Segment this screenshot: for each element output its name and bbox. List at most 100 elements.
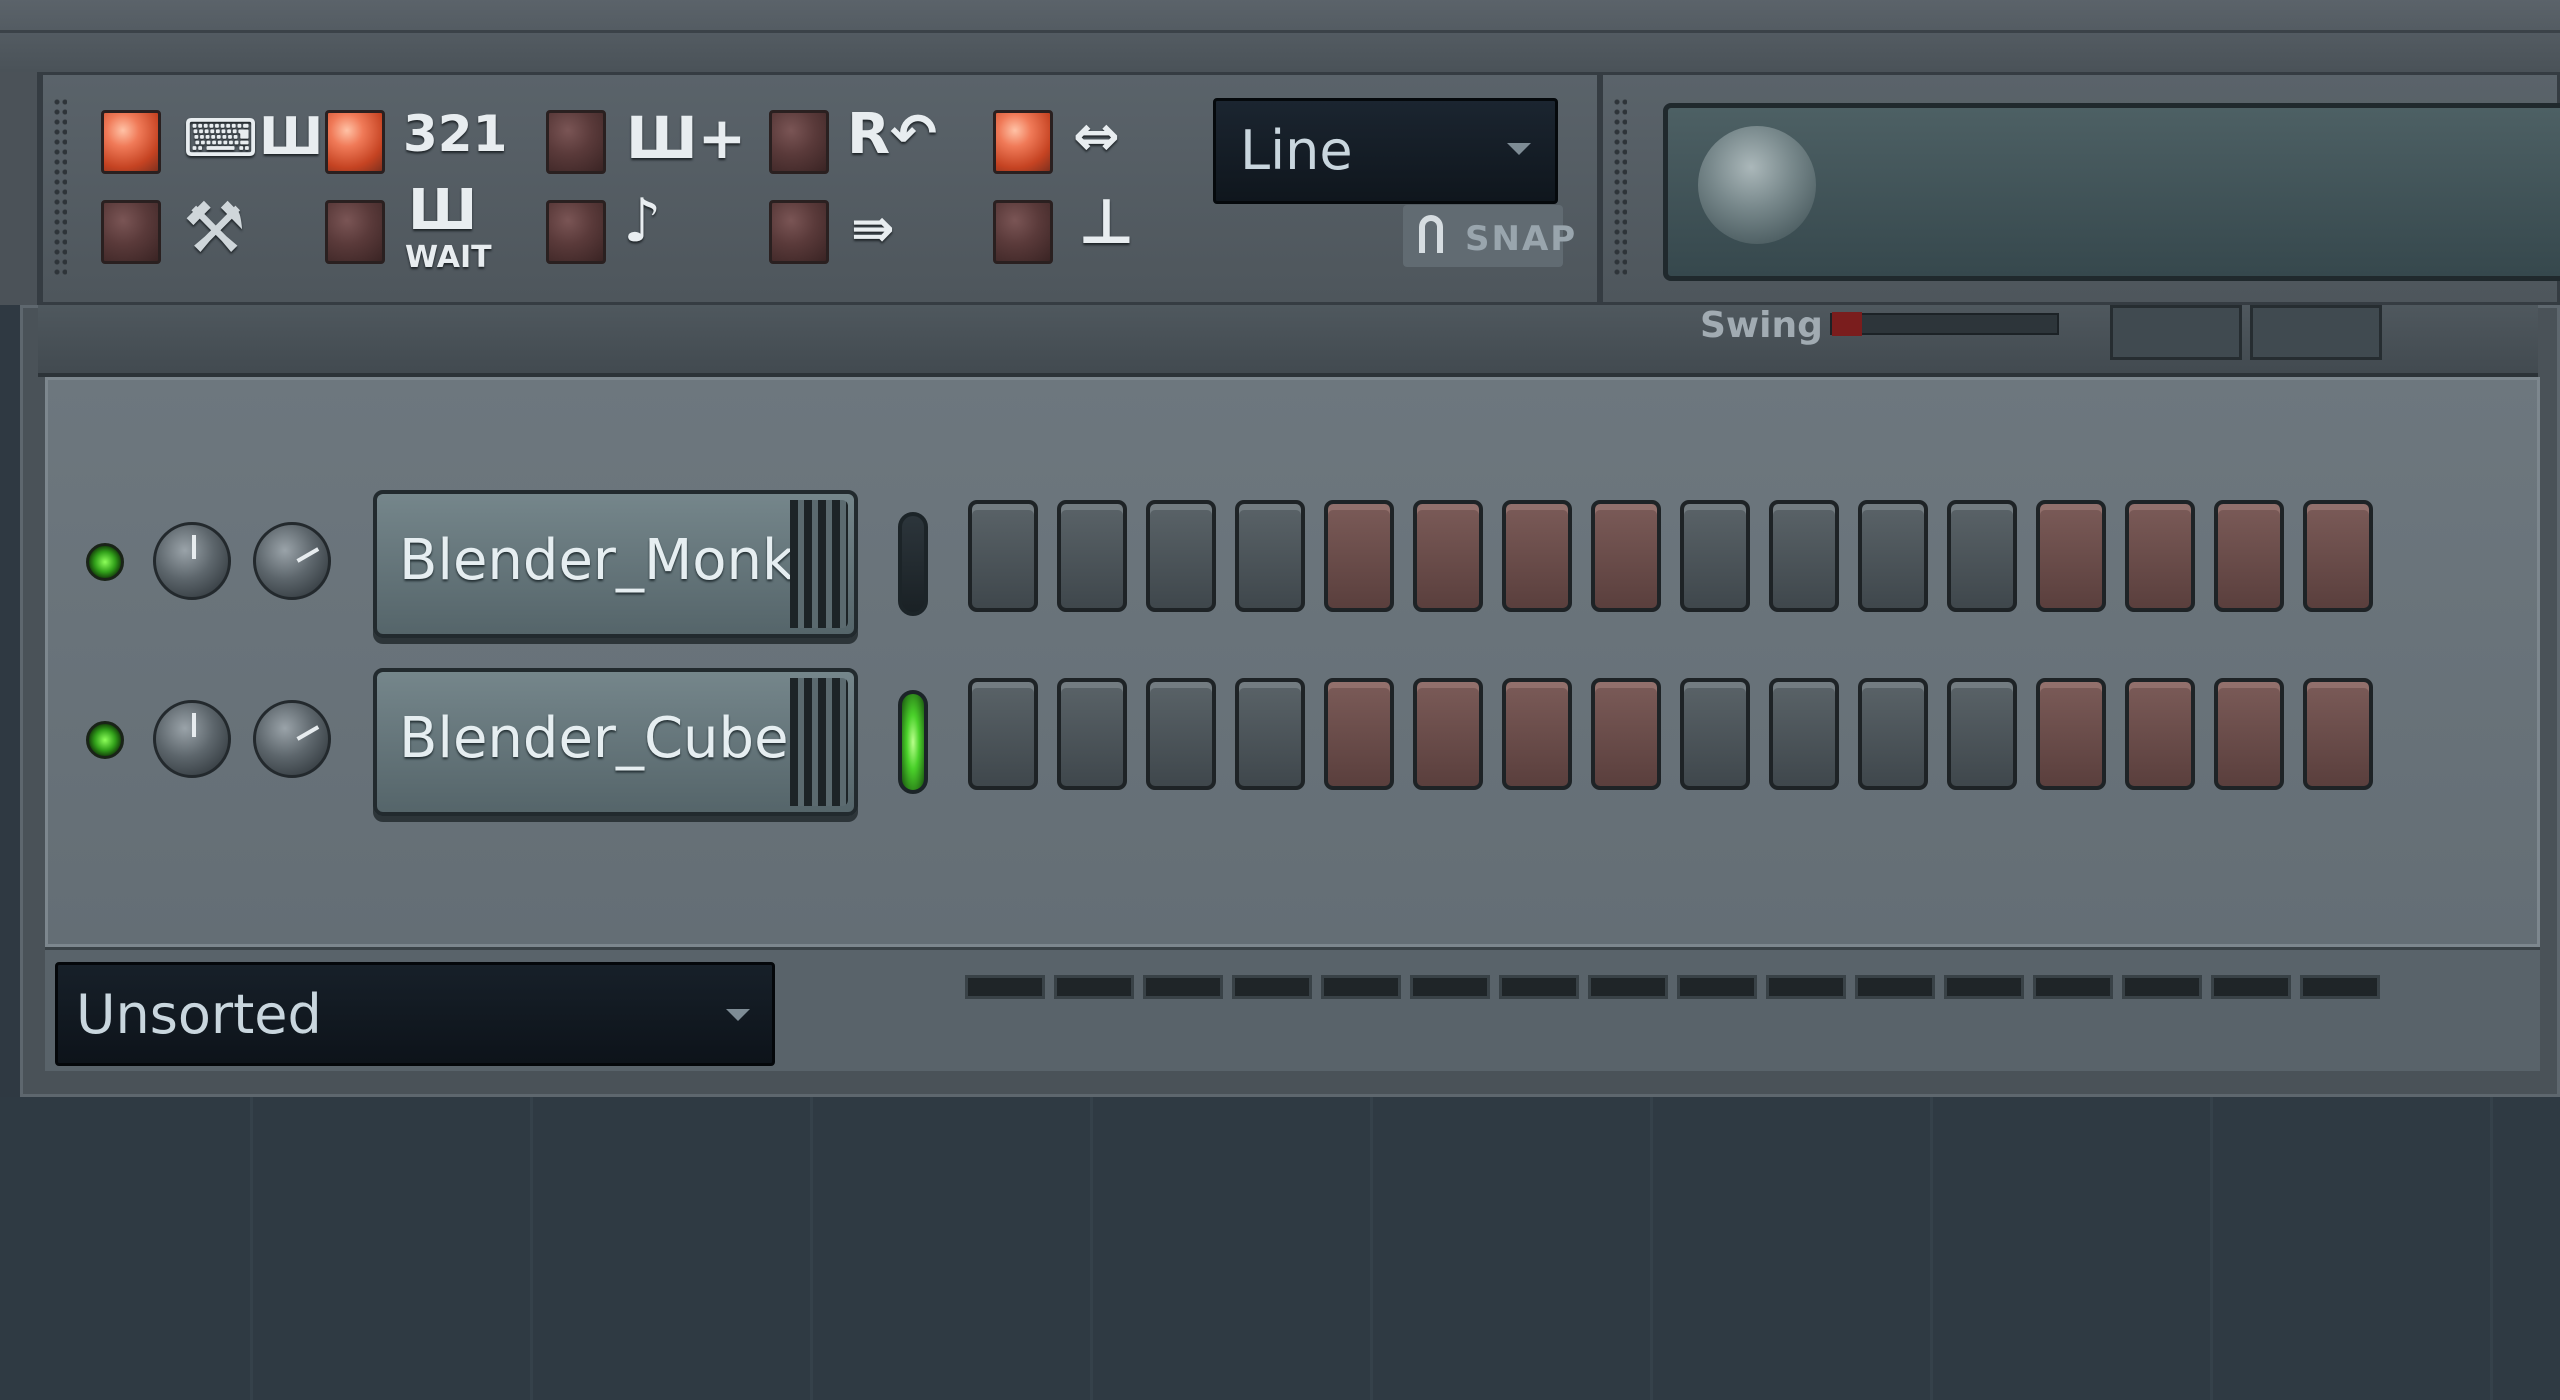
channel-pan-knob[interactable] xyxy=(253,522,331,600)
step-button[interactable] xyxy=(1947,500,2017,612)
step-button[interactable] xyxy=(2125,500,2195,612)
channel-grip xyxy=(790,500,848,628)
snap-button[interactable]: SNAP xyxy=(1403,205,1575,267)
joystick-toggle[interactable] xyxy=(993,200,1053,264)
knob-indicator xyxy=(192,713,196,737)
channel-pan-knob[interactable] xyxy=(253,700,331,778)
grid-line xyxy=(2210,1097,2213,1400)
step-button[interactable] xyxy=(1057,500,1127,612)
channel-filter-select[interactable]: Unsorted xyxy=(55,962,775,1066)
step-button[interactable] xyxy=(1235,678,1305,790)
typing-keyboard-toggle[interactable] xyxy=(101,110,161,174)
step-page-slot xyxy=(1588,975,1668,999)
metronome-countdown-toggle[interactable] xyxy=(325,110,385,174)
playlist-area xyxy=(0,1097,2560,1400)
step-button[interactable] xyxy=(1502,678,1572,790)
step-button[interactable] xyxy=(2125,678,2195,790)
scale-levels-toggle[interactable] xyxy=(769,200,829,264)
step-button[interactable] xyxy=(1413,500,1483,612)
step-button[interactable] xyxy=(1324,500,1394,612)
panel-grip[interactable] xyxy=(1613,97,1627,277)
note-mode-select[interactable]: Line xyxy=(1213,98,1558,204)
step-button[interactable] xyxy=(2036,678,2106,790)
typing-keyboard-icon: ⌨ xyxy=(183,109,259,169)
step-button[interactable] xyxy=(1146,678,1216,790)
step-button[interactable] xyxy=(1591,500,1661,612)
wait-label: WAIT xyxy=(405,240,492,275)
knob-indicator xyxy=(296,725,320,741)
channel-row: Blender_Cube... xyxy=(48,668,2538,818)
keyboard-editor-button[interactable] xyxy=(2250,305,2382,360)
channel-mute-led[interactable] xyxy=(86,721,124,759)
step-button[interactable] xyxy=(1591,678,1661,790)
step-button[interactable] xyxy=(2214,500,2284,612)
step-page-slot xyxy=(1677,975,1757,999)
channel-mute-led[interactable] xyxy=(86,543,124,581)
link-icon: ⇔ xyxy=(1073,104,1120,169)
step-button[interactable] xyxy=(1146,500,1216,612)
step-button[interactable] xyxy=(1769,500,1839,612)
step-page-slot xyxy=(1766,975,1846,999)
hint-panel xyxy=(1600,72,2560,305)
step-page-slot xyxy=(2122,975,2202,999)
channel-name-button[interactable]: Blender_Cube... xyxy=(373,668,858,816)
step-button[interactable] xyxy=(1413,678,1483,790)
step-button[interactable] xyxy=(2303,678,2373,790)
channel-filter-value: Unsorted xyxy=(76,983,322,1046)
blend-notes-toggle[interactable] xyxy=(546,200,606,264)
knob-indicator xyxy=(296,547,320,563)
grid-line xyxy=(1370,1097,1373,1400)
step-page-slot xyxy=(1321,975,1401,999)
step-button[interactable] xyxy=(968,678,1038,790)
step-sequencer-row xyxy=(968,678,2528,798)
channel-name-button[interactable]: Blender_Monk... xyxy=(373,490,858,638)
swing-slider[interactable] xyxy=(1830,312,2059,336)
channel-rack-footer: Unsorted xyxy=(45,947,2540,1071)
step-button[interactable] xyxy=(1947,678,2017,790)
step-button[interactable] xyxy=(2303,500,2373,612)
grid-line xyxy=(810,1097,813,1400)
chevron-down-icon xyxy=(726,1009,750,1021)
arrow-right-icon: ⇛ xyxy=(851,199,895,259)
step-page-slot xyxy=(1410,975,1490,999)
step-button[interactable] xyxy=(2214,678,2284,790)
wait-for-input-toggle[interactable] xyxy=(325,200,385,264)
grid-line xyxy=(1930,1097,1933,1400)
multilink-toggle[interactable] xyxy=(993,110,1053,174)
step-page-slot xyxy=(2033,975,2113,999)
channel-volume-knob[interactable] xyxy=(153,700,231,778)
step-page-slot xyxy=(1143,975,1223,999)
step-button[interactable] xyxy=(1858,678,1928,790)
loop-recording-icon: R↶ xyxy=(847,102,938,167)
step-button[interactable] xyxy=(1057,678,1127,790)
channel-rack-body: Blender_Monk... Blender_Cube... xyxy=(45,377,2540,947)
note-mode-value: Line xyxy=(1240,119,1353,182)
piano-icon: Ш xyxy=(408,178,478,243)
grid-line xyxy=(2490,1097,2493,1400)
countdown-icon: 321 xyxy=(403,105,508,163)
channel-volume-knob[interactable] xyxy=(153,522,231,600)
joystick-icon: ⊥ xyxy=(1078,185,1135,258)
step-button[interactable] xyxy=(2036,500,2106,612)
channel-row: Blender_Monk... xyxy=(48,490,2538,640)
toolbar-grip[interactable] xyxy=(53,97,67,277)
piano-keys-icon: Ш xyxy=(259,107,324,167)
step-button[interactable] xyxy=(1858,500,1928,612)
channel-select-indicator[interactable] xyxy=(898,690,928,794)
loop-recording-off-toggle[interactable] xyxy=(769,110,829,174)
channel-select-indicator[interactable] xyxy=(898,512,928,616)
knob-indicator xyxy=(192,535,196,559)
recording-filter-toggle[interactable] xyxy=(546,110,606,174)
grid-line xyxy=(1090,1097,1093,1400)
step-button[interactable] xyxy=(1324,678,1394,790)
step-button[interactable] xyxy=(968,500,1038,612)
channel-grip xyxy=(790,678,848,806)
step-button[interactable] xyxy=(1235,500,1305,612)
step-button[interactable] xyxy=(1502,500,1572,612)
step-button[interactable] xyxy=(1680,500,1750,612)
graph-editor-button[interactable] xyxy=(2110,305,2242,360)
swing-slider-thumb[interactable] xyxy=(1832,312,1862,336)
step-edit-toggle[interactable] xyxy=(101,200,161,264)
step-button[interactable] xyxy=(1680,678,1750,790)
step-button[interactable] xyxy=(1769,678,1839,790)
